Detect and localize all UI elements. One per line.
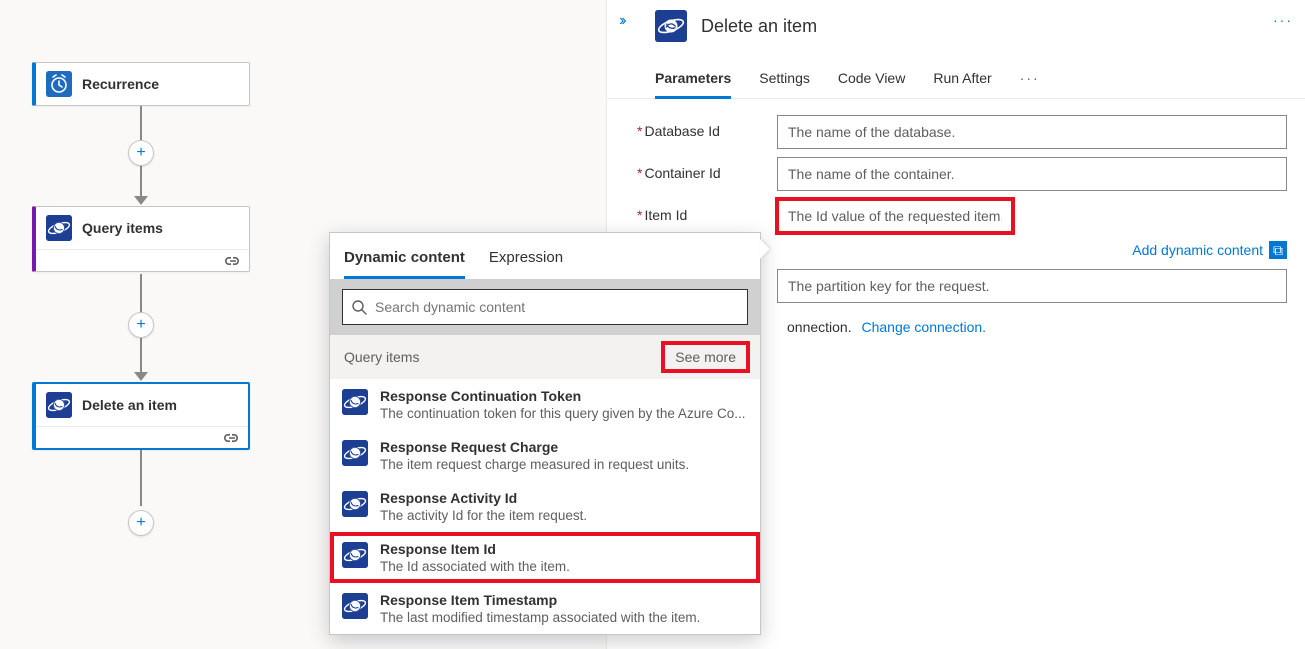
dynamic-item-desc: The Id associated with the item.	[380, 558, 748, 575]
tab-settings[interactable]: Settings	[759, 62, 810, 98]
cosmos-icon	[655, 10, 687, 42]
add-dynamic-content-link[interactable]: Add dynamic content	[1132, 242, 1263, 258]
flow-node-title: Recurrence	[82, 76, 159, 92]
arrow-down-icon	[134, 196, 148, 205]
dynamic-item[interactable]: Response Item IdThe Id associated with t…	[330, 532, 760, 583]
link-icon	[221, 253, 241, 269]
link-icon	[220, 430, 240, 446]
arrow-down-icon	[134, 372, 148, 381]
search-icon	[351, 299, 367, 315]
dynamic-item[interactable]: Response Request ChargeThe item request …	[330, 430, 760, 481]
cosmos-icon	[46, 392, 72, 418]
flow-node-delete-item[interactable]: Delete an item	[32, 382, 250, 450]
dynamic-item-desc: The last modified timestamp associated w…	[380, 609, 748, 626]
dynamic-item-title: Response Request Charge	[380, 438, 748, 456]
dynamic-item-title: Response Activity Id	[380, 489, 748, 507]
cosmos-icon	[342, 491, 368, 517]
input-item-id[interactable]	[777, 199, 1013, 233]
dynamic-item-desc: The continuation token for this query gi…	[380, 405, 748, 422]
input-container-id[interactable]	[777, 157, 1287, 191]
label-item-id: *Item Id	[637, 199, 777, 223]
input-partition-key[interactable]	[777, 269, 1287, 303]
dynamic-item[interactable]: Response Continuation TokenThe continuat…	[330, 379, 760, 430]
tab-parameters[interactable]: Parameters	[655, 62, 731, 99]
clock-icon	[46, 71, 72, 97]
add-step-button[interactable]: +	[128, 312, 154, 338]
tab-more[interactable]: ···	[1020, 62, 1040, 98]
dynamic-item-title: Response Item Timestamp	[380, 591, 748, 609]
flow-node-title: Delete an item	[82, 397, 177, 413]
popup-caret-icon	[760, 239, 770, 259]
label-container-id: *Container Id	[637, 157, 777, 181]
collapse-panel-button[interactable]: ››	[619, 12, 624, 30]
connection-text: onnection.	[787, 319, 852, 335]
cosmos-icon	[342, 389, 368, 415]
dynamic-item-title: Response Continuation Token	[380, 387, 748, 405]
dynamic-item[interactable]: Response Activity IdThe activity Id for …	[330, 481, 760, 532]
see-more-link[interactable]: See more	[665, 345, 746, 369]
cosmos-icon	[342, 542, 368, 568]
dynamic-search-input[interactable]	[367, 298, 739, 316]
panel-tabs: Parameters Settings Code View Run After …	[607, 52, 1305, 99]
add-dynamic-content-icon[interactable]: ⧉	[1269, 241, 1287, 259]
change-connection-link[interactable]: Change connection.	[862, 319, 987, 335]
dynamic-content-popup: Dynamic content Expression Query items S…	[329, 232, 761, 635]
dynamic-section-title: Query items	[344, 349, 419, 365]
cosmos-icon	[342, 593, 368, 619]
flow-node-title: Query items	[82, 220, 163, 236]
add-step-button[interactable]: +	[128, 140, 154, 166]
dynamic-search-field[interactable]	[342, 289, 748, 325]
cosmos-icon	[46, 215, 72, 241]
tab-code-view[interactable]: Code View	[838, 62, 905, 98]
dynamic-item[interactable]: Response Item TimestampThe last modified…	[330, 583, 760, 634]
tab-expression[interactable]: Expression	[489, 243, 563, 279]
add-step-button[interactable]: +	[128, 510, 154, 536]
input-database-id[interactable]	[777, 115, 1287, 149]
cosmos-icon	[342, 440, 368, 466]
tab-run-after[interactable]: Run After	[933, 62, 991, 98]
flow-connector	[140, 450, 142, 506]
dynamic-item-desc: The activity Id for the item request.	[380, 507, 748, 524]
dynamic-item-desc: The item request charge measured in requ…	[380, 456, 748, 473]
panel-header: Delete an item	[607, 0, 1305, 52]
label-database-id: *Database Id	[637, 115, 777, 139]
dynamic-item-title: Response Item Id	[380, 540, 748, 558]
panel-more-button[interactable]: ···	[1273, 12, 1293, 28]
tab-dynamic-content[interactable]: Dynamic content	[344, 243, 465, 279]
flow-node-recurrence[interactable]: Recurrence	[32, 62, 250, 106]
flow-node-query-items[interactable]: Query items	[32, 206, 250, 272]
panel-title: Delete an item	[701, 16, 817, 37]
